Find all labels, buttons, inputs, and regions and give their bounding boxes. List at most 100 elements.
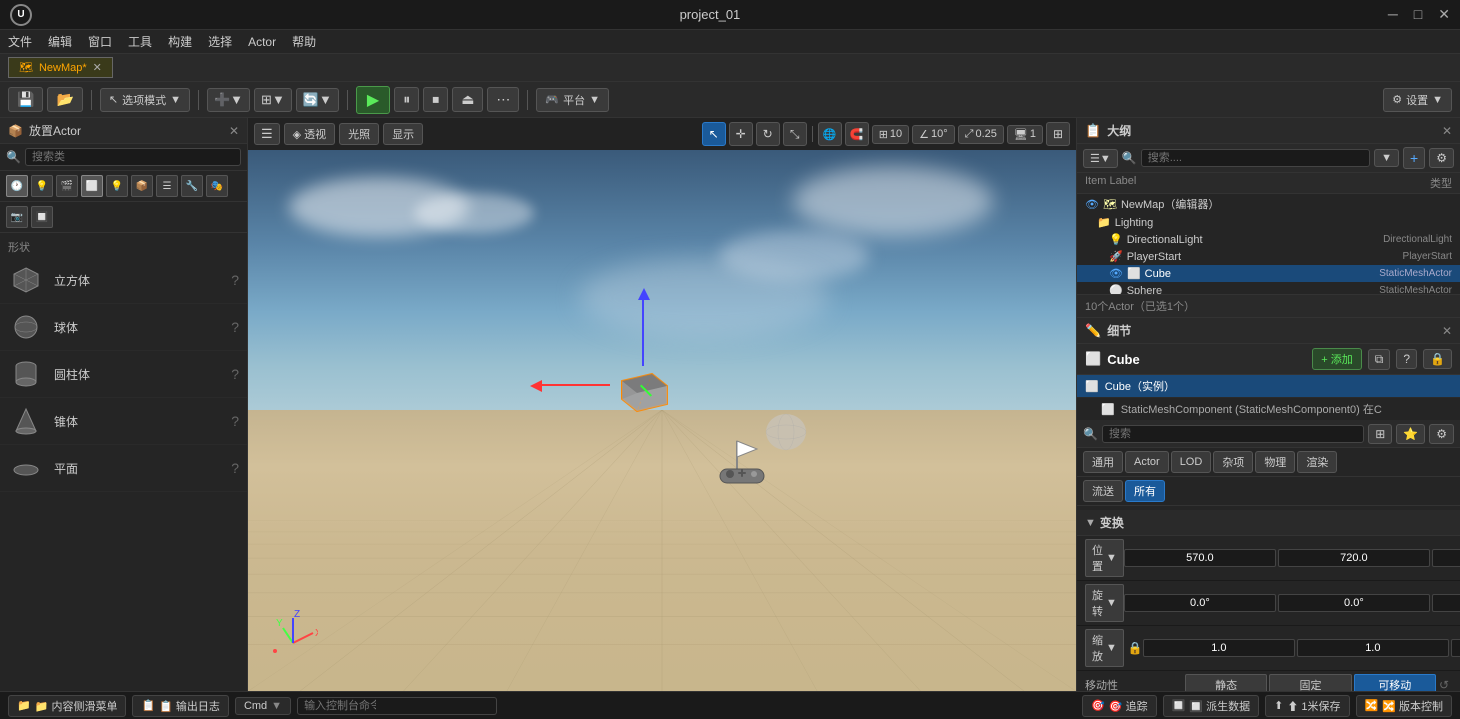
version-control-button[interactable]: 🔀🔀 版本控制 <box>1356 695 1452 717</box>
cube-actor[interactable] <box>612 366 672 406</box>
settings-button[interactable]: ⚙设置▼ <box>1383 88 1452 112</box>
place-actor-close[interactable]: ✕ <box>229 124 239 138</box>
cat-volumes[interactable]: 📦 <box>131 175 153 197</box>
output-log-button[interactable]: 📋📋 输出日志 <box>132 695 228 717</box>
shape-plane-help[interactable]: ? <box>231 460 239 476</box>
cat-lights[interactable]: 💡 <box>106 175 128 197</box>
lighting-button[interactable]: 光照 <box>339 123 379 145</box>
details-copy-btn[interactable]: ⧉ <box>1368 349 1391 370</box>
details-gear-btn[interactable]: ⚙ <box>1429 424 1454 444</box>
menu-select[interactable]: 选择 <box>208 33 232 50</box>
outline-item-directionallight[interactable]: 💡 DirectionalLight DirectionalLight <box>1077 231 1460 248</box>
scale-z[interactable] <box>1451 639 1460 657</box>
tab-misc[interactable]: 杂项 <box>1213 451 1253 473</box>
save-meter-button[interactable]: ⬆⬆ 1米保存 <box>1265 695 1349 717</box>
details-close-icon[interactable]: ✕ <box>1442 324 1452 338</box>
shape-cube-help[interactable]: ? <box>231 272 239 288</box>
scale-x[interactable] <box>1143 639 1295 657</box>
details-grid-btn[interactable]: ⊞ <box>1368 424 1392 444</box>
shape-cylinder-help[interactable]: ? <box>231 366 239 382</box>
component-cube-instance[interactable]: ⬜ Cube（实例） <box>1077 375 1460 398</box>
cat-all[interactable]: ☰ <box>156 175 178 197</box>
transform-section-header[interactable]: ▼ 变换 <box>1077 510 1460 536</box>
position-x[interactable] <box>1124 549 1276 567</box>
player-start-actor[interactable] <box>712 431 772 489</box>
spawn-data-button[interactable]: 🔲🔲 派生数据 <box>1163 695 1259 717</box>
content-browser-button[interactable]: 📁📁 内容侧滑菜单 <box>8 695 126 717</box>
outline-close-icon[interactable]: ✕ <box>1442 124 1452 138</box>
menu-actor[interactable]: Actor <box>248 35 276 49</box>
outline-add-btn[interactable]: + <box>1403 147 1425 169</box>
add-actor-button[interactable]: ➕▼ <box>207 88 250 112</box>
tab-close-icon[interactable]: ✕ <box>93 61 102 74</box>
tab-physics[interactable]: 物理 <box>1255 451 1295 473</box>
rotation-dropdown[interactable]: 旋转▼ <box>1085 584 1124 622</box>
perspective-button[interactable]: ◈透视 <box>284 123 335 145</box>
menu-build[interactable]: 构建 <box>168 33 192 50</box>
camera-options[interactable]: ⊞ <box>1046 122 1070 146</box>
minimize-button[interactable]: ─ <box>1388 6 1398 23</box>
tab-rendering[interactable]: 渲染 <box>1297 451 1337 473</box>
cat-extra2[interactable]: 🎭 <box>206 175 228 197</box>
save-button[interactable]: 💾 <box>8 87 43 112</box>
transform-button[interactable]: 🔄▼ <box>296 88 339 112</box>
outline-item-sphere[interactable]: ⚪ Sphere StaticMeshActor <box>1077 282 1460 294</box>
shape-cube[interactable]: 立方体 ? <box>0 257 247 304</box>
cat-cinematic[interactable]: 🎬 <box>56 175 78 197</box>
rotation-z[interactable] <box>1432 594 1460 612</box>
position-dropdown[interactable]: 位置▼ <box>1085 539 1124 577</box>
outline-filter-btn[interactable]: ☰▼ <box>1083 149 1118 168</box>
snap-button[interactable]: ⊞▼ <box>254 88 292 112</box>
scale-tool[interactable]: ⤡ <box>783 122 807 146</box>
component-static-mesh[interactable]: ⬜ StaticMeshComponent (StaticMeshCompone… <box>1077 398 1460 421</box>
stop-button[interactable]: ⏹ <box>423 87 448 112</box>
map-tab[interactable]: 🗺 NewMap* ✕ <box>8 57 113 78</box>
cmd-dropdown[interactable]: ▼ <box>271 700 282 712</box>
mobility-stationary[interactable]: 固定 <box>1269 674 1351 691</box>
tab-all[interactable]: 所有 <box>1125 480 1165 502</box>
pause-button[interactable]: ⏸ <box>394 87 419 112</box>
platform-button[interactable]: 🎮平台▼ <box>536 88 609 112</box>
screen-value[interactable]: 🖥1 <box>1007 125 1043 144</box>
shape-cylinder[interactable]: 圆柱体 ? <box>0 351 247 398</box>
shape-plane[interactable]: 平面 ? <box>0 445 247 492</box>
shape-cone[interactable]: 锥体 ? <box>0 398 247 445</box>
cat-extra4[interactable]: 🔲 <box>31 206 53 228</box>
tracking-button[interactable]: 🎯🎯 追踪 <box>1082 695 1156 717</box>
play-button[interactable]: ▶ <box>356 86 390 114</box>
details-add-button[interactable]: + 添加 <box>1312 348 1361 370</box>
position-y[interactable] <box>1278 549 1430 567</box>
cube-eye-icon[interactable]: 👁 <box>1109 267 1123 280</box>
menu-tools[interactable]: 工具 <box>128 33 152 50</box>
rotation-y[interactable] <box>1278 594 1430 612</box>
cat-extra3[interactable]: 📷 <box>6 206 28 228</box>
tab-actor[interactable]: Actor <box>1125 451 1169 473</box>
maximize-button[interactable]: □ <box>1414 6 1422 23</box>
mobility-movable[interactable]: 可移动 <box>1354 674 1436 691</box>
snap-icon[interactable]: 🧲 <box>845 122 869 146</box>
position-z[interactable] <box>1432 549 1460 567</box>
eject-button[interactable]: ⏏ <box>452 87 483 112</box>
details-help-btn[interactable]: ? <box>1396 349 1417 369</box>
viewport[interactable]: ☰ ◈透视 光照 显示 ↖ ✛ ↻ ⤡ 🌐 🧲 ⊞10 <box>248 118 1076 691</box>
scale-y[interactable] <box>1297 639 1449 657</box>
shape-cone-help[interactable]: ? <box>231 413 239 429</box>
more-button[interactable]: ⋯ <box>487 87 519 112</box>
outline-settings-btn[interactable]: ⚙ <box>1429 148 1454 168</box>
details-lock-btn[interactable]: 🔒 <box>1423 349 1452 369</box>
move-tool[interactable]: ✛ <box>729 122 753 146</box>
scale-value[interactable]: ⤢0.25 <box>958 125 1004 144</box>
rotate-tool[interactable]: ↻ <box>756 122 780 146</box>
cat-extra1[interactable]: 🔧 <box>181 175 203 197</box>
close-button[interactable]: ✕ <box>1438 6 1450 23</box>
menu-window[interactable]: 窗口 <box>88 33 112 50</box>
place-actor-search[interactable] <box>25 148 241 166</box>
open-button[interactable]: 📂 <box>47 87 82 112</box>
details-star-btn[interactable]: ⭐ <box>1396 424 1425 444</box>
outline-item-lighting[interactable]: 📁 Lighting <box>1077 214 1460 231</box>
outline-item-playerstart[interactable]: 🚀 PlayerStart PlayerStart <box>1077 248 1460 265</box>
outline-search[interactable] <box>1141 149 1370 167</box>
grid-size-value[interactable]: ⊞10 <box>872 125 909 144</box>
menu-help[interactable]: 帮助 <box>292 33 316 50</box>
tab-lod[interactable]: LOD <box>1171 451 1212 473</box>
